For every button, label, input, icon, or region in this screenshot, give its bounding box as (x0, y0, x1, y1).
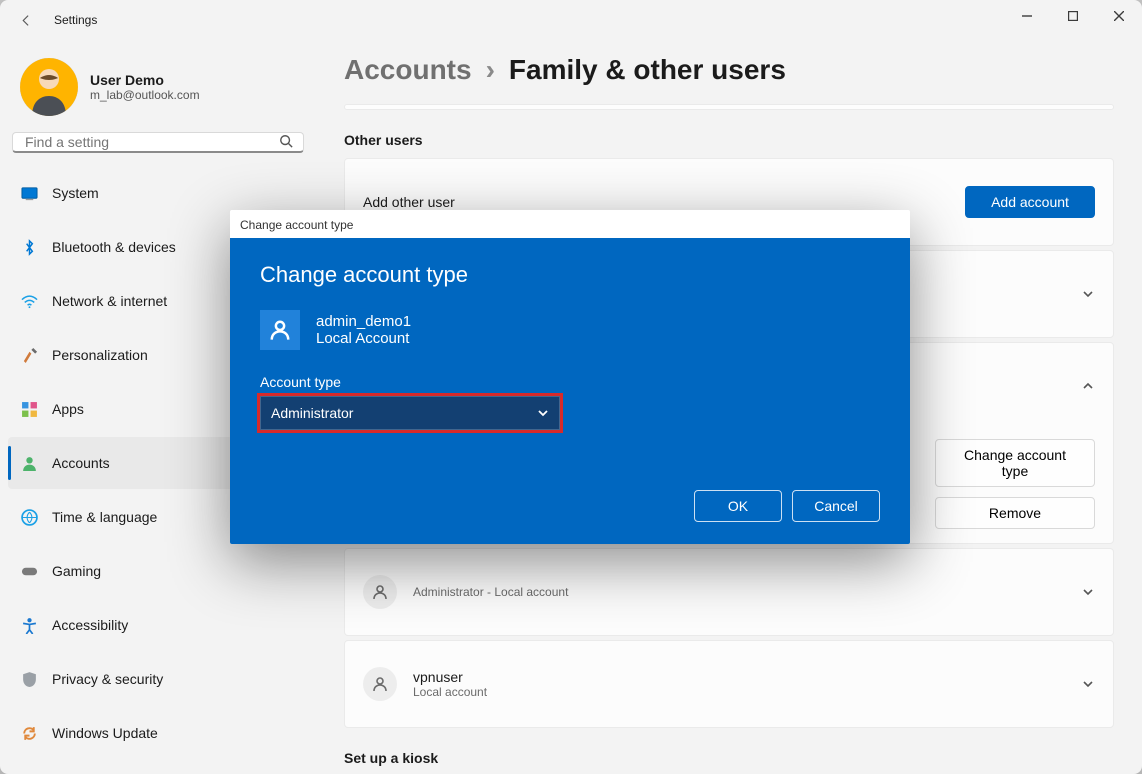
sidebar-item-label: Personalization (52, 347, 148, 363)
sidebar-item-update[interactable]: Windows Update (8, 707, 308, 759)
titlebar: Settings (0, 0, 1142, 40)
gamepad-icon (20, 562, 38, 580)
update-icon (20, 724, 38, 742)
sidebar-item-gaming[interactable]: Gaming (8, 545, 308, 597)
remove-account-button[interactable]: Remove (935, 497, 1095, 529)
sidebar-item-label: Time & language (52, 509, 157, 525)
chevron-down-icon (1081, 585, 1095, 599)
change-account-type-dialog: Change account type Change account type … (230, 210, 910, 544)
dialog-account-detail: Local Account (316, 330, 411, 347)
sidebar-item-label: Network & internet (52, 293, 167, 309)
close-button[interactable] (1096, 0, 1142, 32)
chevron-down-icon (537, 407, 549, 419)
scroll-strip (344, 104, 1114, 110)
user-email: m_lab@outlook.com (90, 88, 200, 102)
apps-icon (20, 400, 38, 418)
bluetooth-icon (20, 238, 38, 256)
sidebar-item-privacy[interactable]: Privacy & security (8, 653, 308, 705)
sidebar-item-accessibility[interactable]: Accessibility (8, 599, 308, 651)
search-icon (279, 134, 293, 151)
select-value: Administrator (271, 405, 353, 421)
paintbrush-icon (20, 346, 38, 364)
user-card-4[interactable]: vpnuserLocal account (344, 640, 1114, 728)
add-account-button[interactable]: Add account (965, 186, 1095, 218)
user-name: User Demo (90, 72, 200, 88)
other-users-heading: Other users (344, 132, 1114, 148)
window-title: Settings (54, 13, 97, 27)
sidebar-item-label: Gaming (52, 563, 101, 579)
chevron-down-icon (1081, 677, 1095, 691)
minimize-button[interactable] (1004, 0, 1050, 32)
user-header[interactable]: User Demo m_lab@outlook.com (8, 48, 308, 132)
ok-button[interactable]: OK (694, 490, 782, 522)
shield-icon (20, 670, 38, 688)
back-button[interactable] (8, 2, 44, 38)
breadcrumb-current: Family & other users (509, 54, 786, 86)
person-icon (363, 575, 397, 609)
sidebar-item-label: Bluetooth & devices (52, 239, 176, 255)
user-card-3[interactable]: Administrator - Local account (344, 548, 1114, 636)
sidebar-item-label: Apps (52, 401, 84, 417)
dialog-account: admin_demo1 Local Account (260, 310, 880, 350)
cancel-button[interactable]: Cancel (792, 490, 880, 522)
sidebar-item-label: Accessibility (52, 617, 128, 633)
change-account-type-button[interactable]: Change account type (935, 439, 1095, 487)
add-other-user-label: Add other user (363, 194, 455, 210)
wifi-icon (20, 292, 38, 310)
person-icon (20, 454, 38, 472)
dialog-heading: Change account type (260, 262, 880, 288)
account-type-label: Account type (260, 374, 880, 390)
sidebar-item-label: Accounts (52, 455, 110, 471)
avatar (20, 58, 78, 116)
dialog-titlebar: Change account type (230, 210, 910, 238)
chevron-right-icon: › (486, 54, 495, 86)
maximize-button[interactable] (1050, 0, 1096, 32)
search-box[interactable] (12, 132, 304, 153)
breadcrumb: Accounts › Family & other users (344, 54, 1114, 86)
sidebar-item-label: Windows Update (52, 725, 158, 741)
account-detail: Local account (413, 685, 487, 699)
dialog-actions: OK Cancel (260, 490, 880, 522)
display-icon (20, 184, 38, 202)
breadcrumb-parent[interactable]: Accounts (344, 54, 472, 86)
kiosk-heading: Set up a kiosk (344, 750, 1114, 766)
globe-clock-icon (20, 508, 38, 526)
account-type-select[interactable]: Administrator (260, 396, 560, 430)
account-name: vpnuser (413, 669, 487, 685)
search-input[interactable] (23, 133, 279, 151)
person-icon (260, 310, 300, 350)
person-icon (363, 667, 397, 701)
chevron-down-icon (1081, 287, 1095, 301)
sidebar-item-label: System (52, 185, 99, 201)
window-controls (1004, 0, 1142, 32)
chevron-up-icon (1081, 379, 1095, 393)
dialog-account-name: admin_demo1 (316, 313, 411, 330)
accessibility-icon (20, 616, 38, 634)
sidebar-item-label: Privacy & security (52, 671, 163, 687)
